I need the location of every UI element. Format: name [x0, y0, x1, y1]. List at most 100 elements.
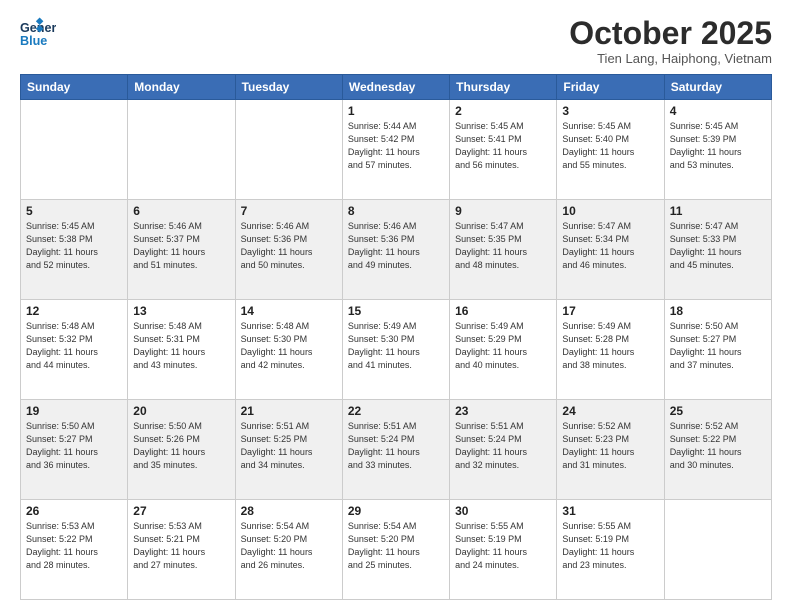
weekday-header-wednesday: Wednesday [342, 75, 449, 100]
calendar-cell [128, 100, 235, 200]
day-info: Sunrise: 5:55 AM Sunset: 5:19 PM Dayligh… [455, 520, 551, 572]
day-info: Sunrise: 5:49 AM Sunset: 5:30 PM Dayligh… [348, 320, 444, 372]
calendar-cell: 16 Sunrise: 5:49 AM Sunset: 5:29 PM Dayli… [450, 300, 557, 400]
week-row-5: 26 Sunrise: 5:53 AM Sunset: 5:22 PM Dayli… [21, 500, 772, 600]
week-row-1: 1Sunrise: 5:44 AM Sunset: 5:42 PM Daylig… [21, 100, 772, 200]
day-info: Sunrise: 5:47 AM Sunset: 5:34 PM Dayligh… [562, 220, 658, 272]
calendar-cell: 10 Sunrise: 5:47 AM Sunset: 5:34 PM Dayli… [557, 200, 664, 300]
calendar-cell: 23Sunrise: 5:51 AM Sunset: 5:24 PM Dayli… [450, 400, 557, 500]
day-info: Sunrise: 5:49 AM Sunset: 5:28 PM Dayligh… [562, 320, 658, 372]
day-number: 12 [26, 304, 122, 318]
weekday-header-saturday: Saturday [664, 75, 771, 100]
calendar-cell: 28 Sunrise: 5:54 AM Sunset: 5:20 PM Dayli… [235, 500, 342, 600]
logo-icon: General Blue [20, 16, 56, 52]
calendar-cell: 31Sunrise: 5:55 AM Sunset: 5:19 PM Dayli… [557, 500, 664, 600]
day-number: 15 [348, 304, 444, 318]
day-info: Sunrise: 5:45 AM Sunset: 5:41 PM Dayligh… [455, 120, 551, 172]
day-number: 30 [455, 504, 551, 518]
page: General Blue October 2025 Tien Lang, Hai… [0, 0, 792, 612]
calendar-cell: 29Sunrise: 5:54 AM Sunset: 5:20 PM Dayli… [342, 500, 449, 600]
day-number: 6 [133, 204, 229, 218]
day-info: Sunrise: 5:45 AM Sunset: 5:38 PM Dayligh… [26, 220, 122, 272]
svg-text:Blue: Blue [20, 34, 47, 48]
weekday-header-friday: Friday [557, 75, 664, 100]
month-title: October 2025 [569, 16, 772, 51]
day-number: 9 [455, 204, 551, 218]
calendar-cell: 5 Sunrise: 5:45 AM Sunset: 5:38 PM Daylig… [21, 200, 128, 300]
day-info: Sunrise: 5:45 AM Sunset: 5:39 PM Dayligh… [670, 120, 766, 172]
calendar-cell: 30 Sunrise: 5:55 AM Sunset: 5:19 PM Dayli… [450, 500, 557, 600]
day-number: 10 [562, 204, 658, 218]
calendar-cell: 19 Sunrise: 5:50 AM Sunset: 5:27 PM Dayli… [21, 400, 128, 500]
header: General Blue October 2025 Tien Lang, Hai… [20, 16, 772, 66]
day-info: Sunrise: 5:55 AM Sunset: 5:19 PM Dayligh… [562, 520, 658, 572]
day-info: Sunrise: 5:50 AM Sunset: 5:27 PM Dayligh… [670, 320, 766, 372]
calendar-cell: 2 Sunrise: 5:45 AM Sunset: 5:41 PM Daylig… [450, 100, 557, 200]
calendar-cell: 9 Sunrise: 5:47 AM Sunset: 5:35 PM Daylig… [450, 200, 557, 300]
day-info: Sunrise: 5:48 AM Sunset: 5:32 PM Dayligh… [26, 320, 122, 372]
day-number: 19 [26, 404, 122, 418]
week-row-2: 5 Sunrise: 5:45 AM Sunset: 5:38 PM Daylig… [21, 200, 772, 300]
title-section: October 2025 Tien Lang, Haiphong, Vietna… [569, 16, 772, 66]
day-number: 5 [26, 204, 122, 218]
calendar-cell [235, 100, 342, 200]
weekday-header-thursday: Thursday [450, 75, 557, 100]
day-info: Sunrise: 5:51 AM Sunset: 5:25 PM Dayligh… [241, 420, 337, 472]
calendar-cell: 21 Sunrise: 5:51 AM Sunset: 5:25 PM Dayli… [235, 400, 342, 500]
day-number: 21 [241, 404, 337, 418]
day-info: Sunrise: 5:49 AM Sunset: 5:29 PM Dayligh… [455, 320, 551, 372]
day-number: 20 [133, 404, 229, 418]
day-info: Sunrise: 5:50 AM Sunset: 5:26 PM Dayligh… [133, 420, 229, 472]
day-info: Sunrise: 5:50 AM Sunset: 5:27 PM Dayligh… [26, 420, 122, 472]
day-number: 11 [670, 204, 766, 218]
calendar-cell [664, 500, 771, 600]
day-info: Sunrise: 5:51 AM Sunset: 5:24 PM Dayligh… [348, 420, 444, 472]
day-number: 17 [562, 304, 658, 318]
day-info: Sunrise: 5:53 AM Sunset: 5:22 PM Dayligh… [26, 520, 122, 572]
day-info: Sunrise: 5:52 AM Sunset: 5:22 PM Dayligh… [670, 420, 766, 472]
day-info: Sunrise: 5:54 AM Sunset: 5:20 PM Dayligh… [241, 520, 337, 572]
day-number: 16 [455, 304, 551, 318]
calendar-table: SundayMondayTuesdayWednesdayThursdayFrid… [20, 74, 772, 600]
day-number: 28 [241, 504, 337, 518]
calendar-cell: 12 Sunrise: 5:48 AM Sunset: 5:32 PM Dayli… [21, 300, 128, 400]
calendar-cell: 13 Sunrise: 5:48 AM Sunset: 5:31 PM Dayli… [128, 300, 235, 400]
calendar-cell: 11Sunrise: 5:47 AM Sunset: 5:33 PM Dayli… [664, 200, 771, 300]
day-info: Sunrise: 5:52 AM Sunset: 5:23 PM Dayligh… [562, 420, 658, 472]
day-info: Sunrise: 5:51 AM Sunset: 5:24 PM Dayligh… [455, 420, 551, 472]
day-info: Sunrise: 5:47 AM Sunset: 5:35 PM Dayligh… [455, 220, 551, 272]
calendar-cell: 6Sunrise: 5:46 AM Sunset: 5:37 PM Daylig… [128, 200, 235, 300]
day-number: 27 [133, 504, 229, 518]
calendar-cell: 3 Sunrise: 5:45 AM Sunset: 5:40 PM Daylig… [557, 100, 664, 200]
day-number: 22 [348, 404, 444, 418]
day-number: 8 [348, 204, 444, 218]
calendar-cell: 22 Sunrise: 5:51 AM Sunset: 5:24 PM Dayli… [342, 400, 449, 500]
day-number: 2 [455, 104, 551, 118]
calendar-cell: 24 Sunrise: 5:52 AM Sunset: 5:23 PM Dayli… [557, 400, 664, 500]
week-row-3: 12 Sunrise: 5:48 AM Sunset: 5:32 PM Dayli… [21, 300, 772, 400]
calendar-cell: 25 Sunrise: 5:52 AM Sunset: 5:22 PM Dayli… [664, 400, 771, 500]
logo: General Blue [20, 16, 56, 52]
day-number: 24 [562, 404, 658, 418]
calendar-cell: 7Sunrise: 5:46 AM Sunset: 5:36 PM Daylig… [235, 200, 342, 300]
day-number: 4 [670, 104, 766, 118]
day-info: Sunrise: 5:48 AM Sunset: 5:30 PM Dayligh… [241, 320, 337, 372]
day-number: 18 [670, 304, 766, 318]
day-info: Sunrise: 5:48 AM Sunset: 5:31 PM Dayligh… [133, 320, 229, 372]
day-number: 26 [26, 504, 122, 518]
weekday-header-monday: Monday [128, 75, 235, 100]
day-info: Sunrise: 5:46 AM Sunset: 5:36 PM Dayligh… [241, 220, 337, 272]
calendar-cell: 8Sunrise: 5:46 AM Sunset: 5:36 PM Daylig… [342, 200, 449, 300]
day-number: 13 [133, 304, 229, 318]
calendar-cell: 4 Sunrise: 5:45 AM Sunset: 5:39 PM Daylig… [664, 100, 771, 200]
calendar-cell [21, 100, 128, 200]
calendar-cell: 18 Sunrise: 5:50 AM Sunset: 5:27 PM Dayli… [664, 300, 771, 400]
day-number: 29 [348, 504, 444, 518]
day-number: 3 [562, 104, 658, 118]
day-number: 25 [670, 404, 766, 418]
calendar-cell: 17 Sunrise: 5:49 AM Sunset: 5:28 PM Dayli… [557, 300, 664, 400]
calendar-cell: 26 Sunrise: 5:53 AM Sunset: 5:22 PM Dayli… [21, 500, 128, 600]
calendar-cell: 15 Sunrise: 5:49 AM Sunset: 5:30 PM Dayli… [342, 300, 449, 400]
day-info: Sunrise: 5:45 AM Sunset: 5:40 PM Dayligh… [562, 120, 658, 172]
calendar-cell: 20 Sunrise: 5:50 AM Sunset: 5:26 PM Dayli… [128, 400, 235, 500]
